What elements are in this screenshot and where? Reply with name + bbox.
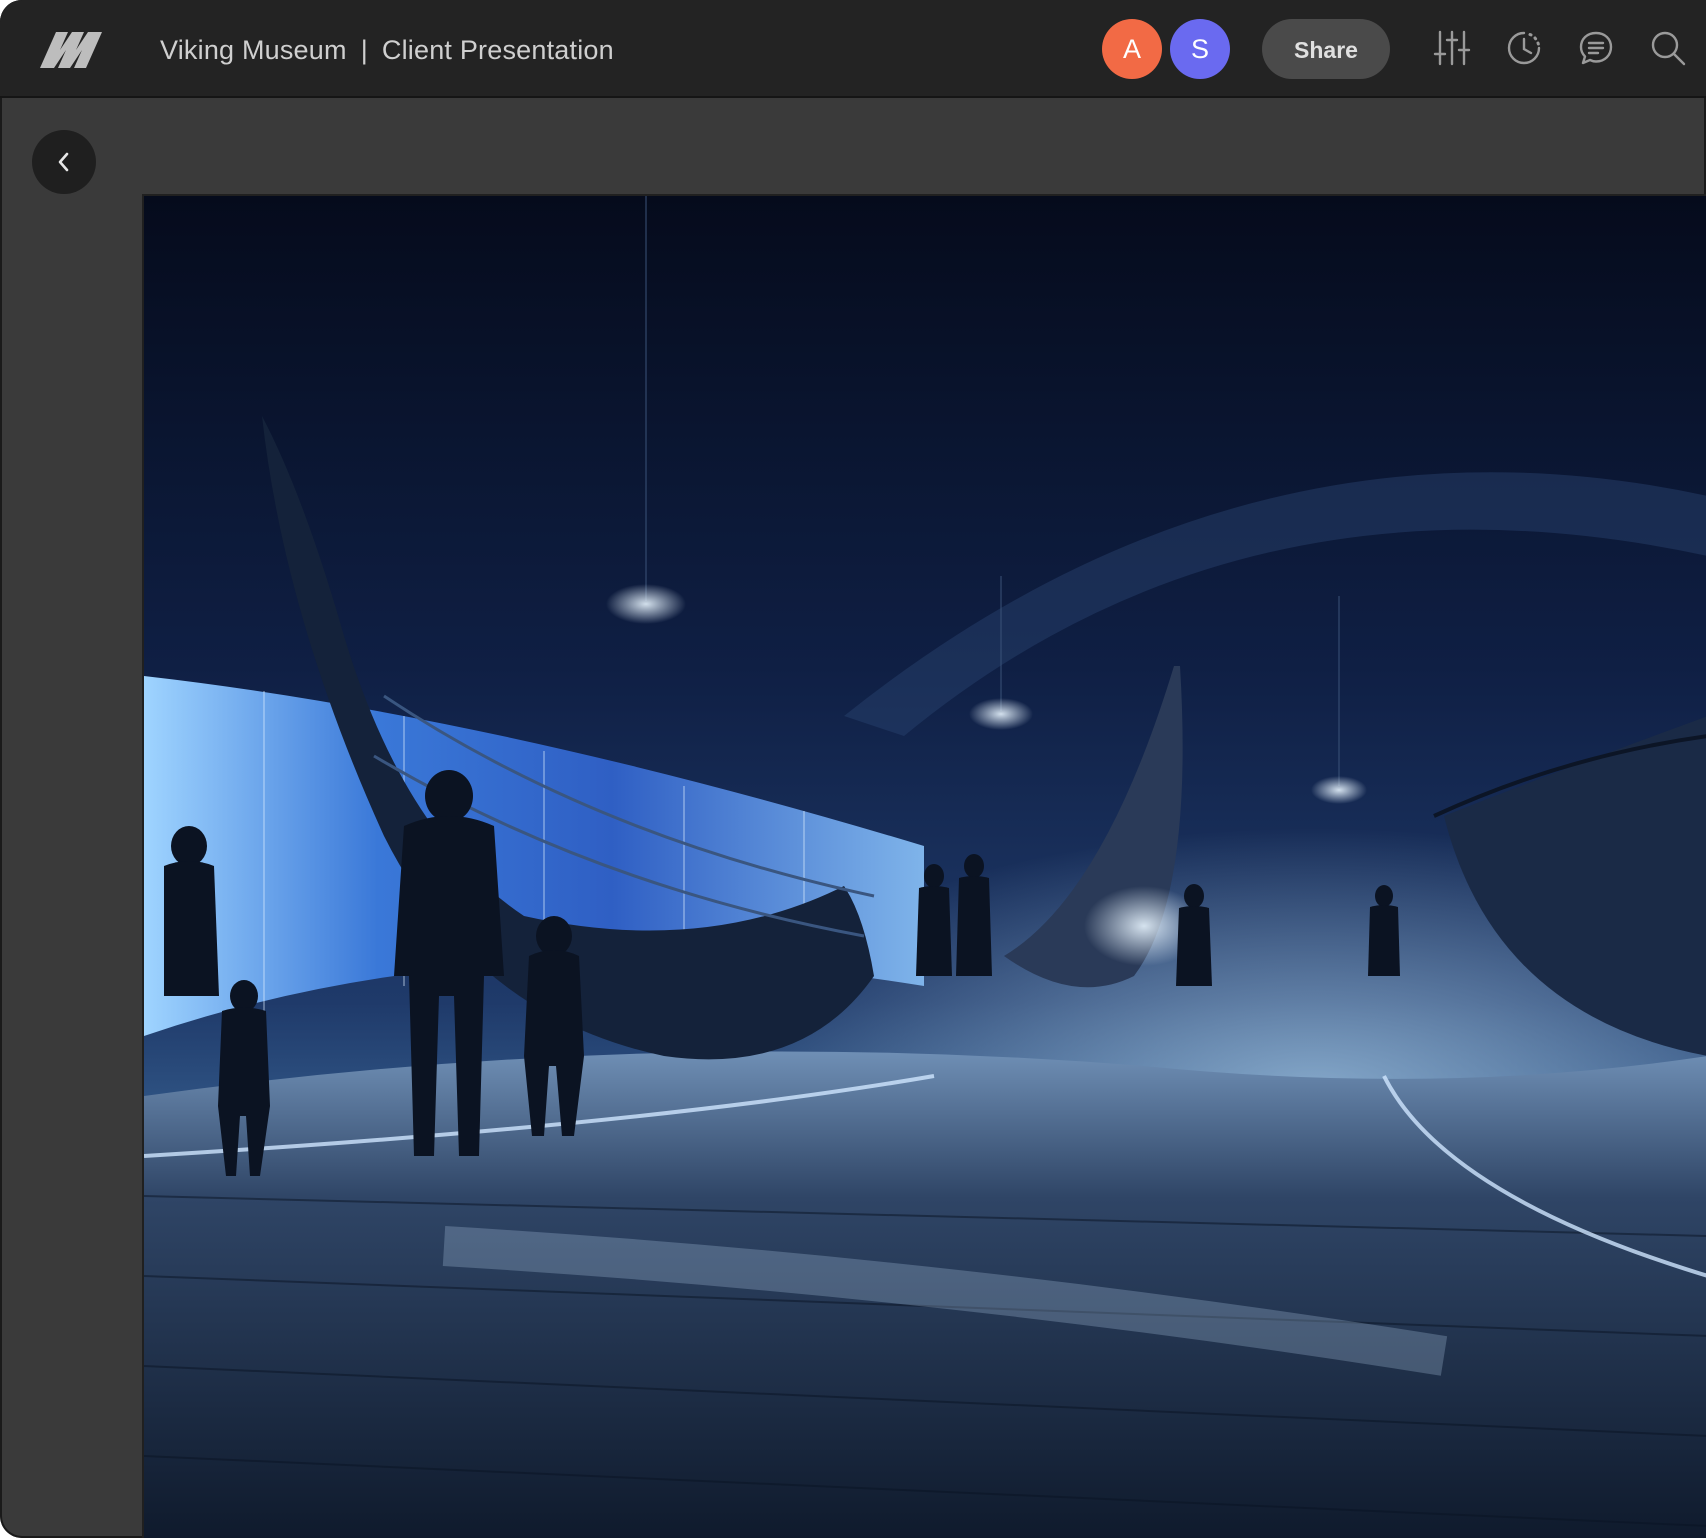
history-icon[interactable] <box>1504 28 1544 68</box>
avatar-collaborator-a[interactable]: A <box>1102 19 1162 79</box>
project-name: Viking Museum <box>160 35 347 65</box>
title-separator: | <box>360 35 368 65</box>
share-button[interactable]: Share <box>1262 19 1390 79</box>
chevron-left-icon <box>58 152 69 172</box>
presentation-canvas[interactable] <box>142 194 1706 1538</box>
back-button[interactable] <box>32 130 96 194</box>
studio-logo-icon[interactable] <box>38 28 106 70</box>
document-title: Viking Museum | Client Presentation <box>160 30 614 70</box>
search-icon[interactable] <box>1648 28 1688 68</box>
comments-icon[interactable] <box>1576 28 1616 68</box>
viking-ship-hall-render <box>144 196 1706 1538</box>
sliders-icon[interactable] <box>1432 28 1472 68</box>
avatar-collaborator-s[interactable]: S <box>1170 19 1230 79</box>
top-bar: Viking Museum | Client Presentation A S Sh… <box>0 0 1706 98</box>
app-window: Viking Museum | Client Presentation A S Sh… <box>0 0 1706 1538</box>
document-name: Client Presentation <box>381 35 614 65</box>
